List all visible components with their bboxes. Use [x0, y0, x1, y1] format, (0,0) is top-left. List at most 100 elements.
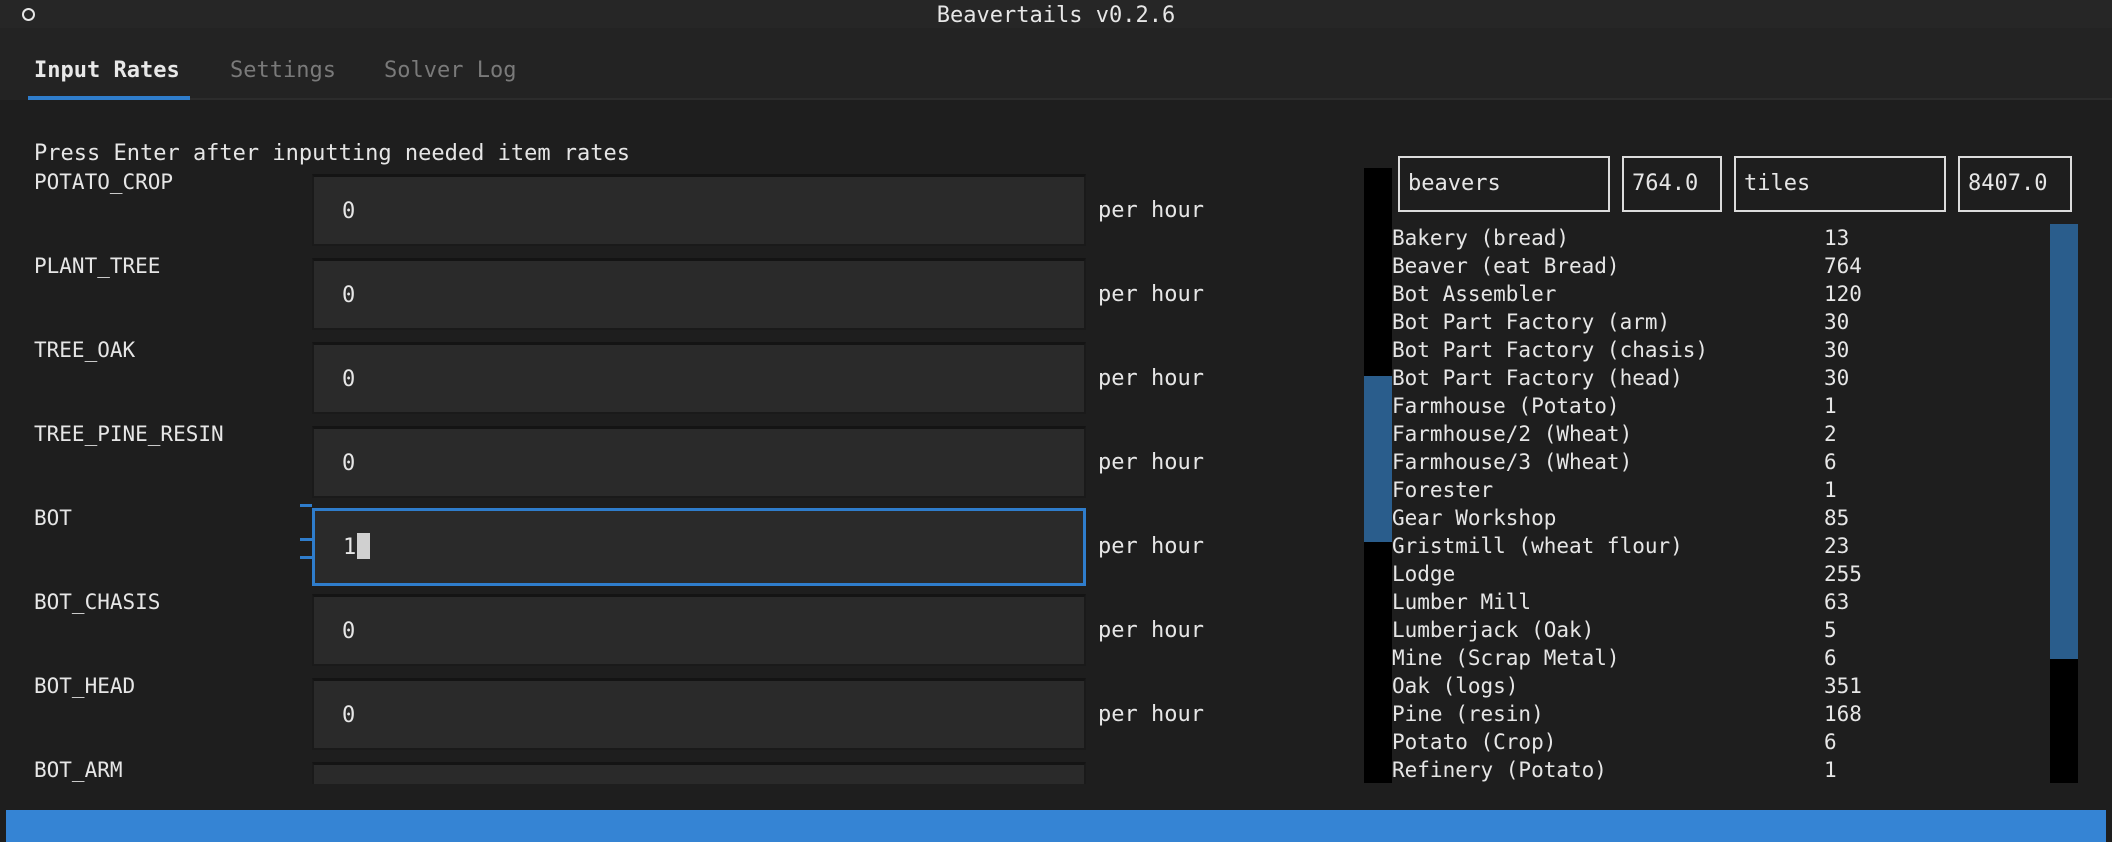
building-name: Mine (Scrap Metal) — [1392, 646, 1620, 670]
input-label: TREE_OAK — [34, 338, 136, 362]
unit-label: per hour — [1098, 198, 1204, 223]
list-item: Lumber Mill 63 — [1392, 588, 2048, 616]
beavers-label-box: beavers — [1398, 156, 1610, 212]
input-label: PLANT_TREE — [34, 254, 161, 278]
building-count: 30 — [1824, 366, 1850, 390]
rate-input-tree-pine-resin[interactable]: 0 — [312, 426, 1086, 498]
list-item: Oak (logs) 351 — [1392, 672, 2048, 700]
active-tab-indicator — [28, 96, 190, 100]
buildings-list[interactable]: Bakery (bread) 13 Beaver (eat Bread) 764 B… — [1392, 224, 2048, 784]
rate-input-potato-crop[interactable]: 0 — [312, 174, 1086, 246]
input-label: BOT — [34, 506, 72, 530]
buildings-scrollbar-thumb[interactable] — [2050, 224, 2078, 659]
building-name: Farmhouse/3 (Wheat) — [1392, 450, 1633, 474]
building-count: 1 — [1824, 758, 1837, 782]
list-item: Farmhouse/2 (Wheat) 2 — [1392, 420, 2048, 448]
list-item: Bot Part Factory (arm) 30 — [1392, 308, 2048, 336]
building-count: 255 — [1824, 562, 1862, 586]
input-label: BOT_ARM — [34, 758, 123, 782]
input-label: BOT_HEAD — [34, 674, 136, 698]
building-name: Bot Part Factory (chasis) — [1392, 338, 1709, 362]
building-name: Bot Part Factory (head) — [1392, 366, 1683, 390]
rate-input-bot-arm[interactable] — [312, 762, 1086, 784]
list-item: Farmhouse/3 (Wheat) 6 — [1392, 448, 2048, 476]
buildings-scrollbar[interactable] — [2050, 224, 2078, 783]
list-item: Mine (Scrap Metal) 6 — [1392, 644, 2048, 672]
inputs-scrollbar[interactable] — [1364, 168, 1392, 783]
unit-label: per hour — [1098, 366, 1204, 391]
input-value: 0 — [342, 451, 356, 476]
building-count: 6 — [1824, 730, 1837, 754]
rate-input-bot-head[interactable]: 0 — [312, 678, 1086, 750]
rate-input-tree-oak[interactable]: 0 — [312, 342, 1086, 414]
building-name: Bakery (bread) — [1392, 226, 1570, 250]
input-label: TREE_PINE_RESIN — [34, 422, 224, 446]
status-bar — [6, 810, 2106, 842]
building-count: 1 — [1824, 394, 1837, 418]
building-count: 85 — [1824, 506, 1850, 530]
building-name: Beaver (eat Bread) — [1392, 254, 1620, 278]
input-value: 0 — [342, 283, 356, 308]
unit-label: per hour — [1098, 618, 1204, 643]
tiles-value-box: 8407.0 — [1958, 156, 2072, 212]
building-name: Oak (logs) — [1392, 674, 1519, 698]
building-count: 120 — [1824, 282, 1862, 306]
list-item: Forester 1 — [1392, 476, 2048, 504]
list-item: Lumberjack (Oak) 5 — [1392, 616, 2048, 644]
building-count: 30 — [1824, 338, 1850, 362]
building-name: Forester — [1392, 478, 1494, 502]
focus-marker — [300, 504, 312, 507]
building-name: Pine (resin) — [1392, 702, 1544, 726]
building-count: 2 — [1824, 422, 1837, 446]
tab-solver-log[interactable]: Solver Log — [384, 58, 516, 83]
input-value: 0 — [342, 367, 356, 392]
inputs-scrollbar-thumb[interactable] — [1364, 376, 1392, 542]
rate-input-bot-chasis[interactable]: 0 — [312, 594, 1086, 666]
building-name: Bot Part Factory (arm) — [1392, 310, 1671, 334]
tab-bar: Input Rates Settings Solver Log — [0, 28, 2112, 100]
input-value: 0 — [342, 619, 356, 644]
input-label: BOT_CHASIS — [34, 590, 161, 614]
instructions-text: Press Enter after inputting needed item … — [34, 141, 631, 166]
input-label: POTATO_CROP — [34, 170, 174, 194]
unit-label: per hour — [1098, 702, 1204, 727]
tab-input-rates[interactable]: Input Rates — [34, 58, 180, 83]
building-name: Bot Assembler — [1392, 282, 1557, 306]
tab-settings[interactable]: Settings — [230, 58, 336, 83]
building-name: Lodge — [1392, 562, 1456, 586]
building-count: 63 — [1824, 590, 1850, 614]
building-name: Gristmill (wheat flour) — [1392, 534, 1683, 558]
building-name: Potato (Crop) — [1392, 730, 1557, 754]
focus-marker — [300, 556, 312, 559]
building-count: 764 — [1824, 254, 1862, 278]
building-count: 30 — [1824, 310, 1850, 334]
input-rates-list[interactable]: POTATO_CROP 0 per hour PLANT_TREE 0 per … — [0, 166, 1340, 784]
list-item: Farmhouse (Potato) 1 — [1392, 392, 2048, 420]
list-item: Refinery (Potato) 1 — [1392, 756, 2048, 784]
input-value: 1 — [343, 535, 357, 560]
beavers-value-box: 764.0 — [1622, 156, 1722, 212]
unit-label: per hour — [1098, 534, 1204, 559]
unit-label: per hour — [1098, 282, 1204, 307]
focus-marker — [300, 538, 312, 541]
list-item: Bakery (bread) 13 — [1392, 224, 2048, 252]
rate-input-plant-tree[interactable]: 0 — [312, 258, 1086, 330]
list-item: Bot Part Factory (head) 30 — [1392, 364, 2048, 392]
list-item: Potato (Crop) 6 — [1392, 728, 2048, 756]
building-count: 1 — [1824, 478, 1837, 502]
list-item: Beaver (eat Bread) 764 — [1392, 252, 2048, 280]
building-name: Lumber Mill — [1392, 590, 1532, 614]
building-name: Refinery (Potato) — [1392, 758, 1607, 782]
text-cursor — [357, 533, 371, 559]
tiles-label-box: tiles — [1734, 156, 1946, 212]
building-count: 351 — [1824, 674, 1862, 698]
building-name: Farmhouse/2 (Wheat) — [1392, 422, 1633, 446]
list-item: Bot Part Factory (chasis) 30 — [1392, 336, 2048, 364]
building-name: Lumberjack (Oak) — [1392, 618, 1595, 642]
building-count: 23 — [1824, 534, 1850, 558]
rate-input-bot[interactable]: 1 — [312, 508, 1086, 586]
list-item: Gear Workshop 85 — [1392, 504, 2048, 532]
building-count: 168 — [1824, 702, 1862, 726]
building-count: 5 — [1824, 618, 1837, 642]
list-item: Lodge 255 — [1392, 560, 2048, 588]
